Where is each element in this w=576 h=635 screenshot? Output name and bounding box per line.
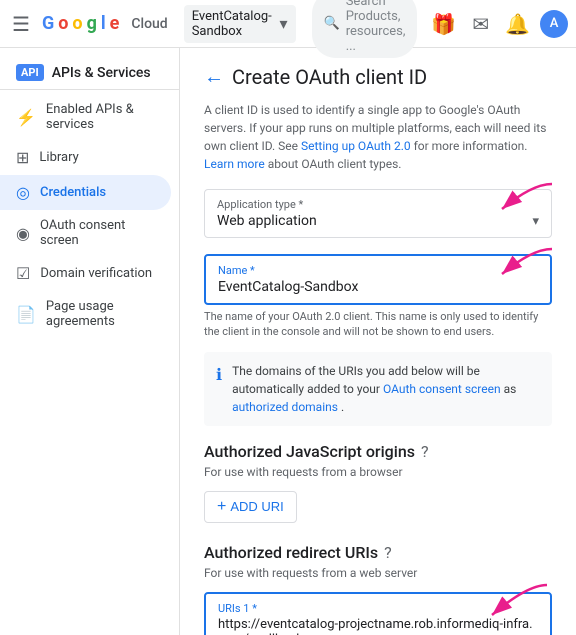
desc-mid: for more information. [414,139,528,153]
description-text: A client ID is used to identify a single… [204,101,552,173]
sidebar-item-label: Domain verification [40,266,152,281]
search-label: Search Products, resources, ... [346,0,406,54]
authorized-domains-link[interactable]: authorized domains [232,400,338,414]
uris-label: URIs 1 * [218,602,538,615]
sidebar: API APIs & Services ⚡ Enabled APIs & ser… [0,48,180,635]
sidebar-item-label: Enabled APIs & services [46,102,155,132]
page-title: Create OAuth client ID [232,65,427,89]
js-origins-title: Authorized JavaScript origins [204,442,415,461]
chevron-down-icon: ▾ [532,214,539,229]
email-icon[interactable]: ✉ [466,6,495,42]
name-container: Name * EventCatalog-Sandbox [204,254,552,305]
enabled-apis-icon: ⚡ [16,108,36,127]
app-type-container: Application type * Web application ▾ [204,189,552,238]
redirect-uris-header: Authorized redirect URIs ? [204,543,552,562]
oauth-icon: ◉ [16,224,30,243]
bell-icon[interactable]: 🔔 [499,6,536,42]
project-selector[interactable]: EventCatalog-Sandbox ▾ [184,5,296,43]
app-type-label: Application type * [217,198,539,211]
topbar-actions: 🎁 ✉ 🔔 A [425,6,568,42]
name-value: EventCatalog-Sandbox [218,279,538,295]
redirect-uris-title: Authorized redirect URIs [204,543,378,562]
project-name: EventCatalog-Sandbox [192,9,276,39]
app-type-value: Web application [217,213,317,229]
add-uri-label: ADD URI [230,499,283,514]
menu-icon[interactable]: ☰ [8,8,34,40]
topbar: ☰ Google Cloud EventCatalog-Sandbox ▾ 🔍 … [0,0,576,48]
sidebar-item-label: Page usage agreements [46,299,155,329]
js-origins-desc: For use with requests from a browser [204,465,552,479]
uris-container: URIs 1 * https://eventcatalog-projectnam… [204,592,552,635]
sidebar-title: APIs & Services [52,65,151,81]
learn-more-link[interactable]: Learn more [204,157,265,171]
search-icon: 🔍 [324,16,340,31]
js-origins-header: Authorized JavaScript origins ? [204,442,552,461]
layout: API APIs & Services ⚡ Enabled APIs & ser… [0,48,576,635]
sidebar-item-label: OAuth consent screen [40,218,155,248]
sidebar-item-domain-verification[interactable]: ☑ Domain verification [0,256,171,291]
credentials-icon: ◎ [16,183,30,202]
plus-icon: + [217,498,226,516]
info-icon: ℹ [216,363,222,416]
sidebar-header: API APIs & Services [0,56,179,90]
sidebar-item-page-usage[interactable]: 📄 Page usage agreements [0,291,171,337]
name-label: Name * [218,264,538,277]
js-origins-help-icon[interactable]: ? [421,442,429,461]
uris-field[interactable]: URIs 1 * https://eventcatalog-projectnam… [204,592,552,635]
library-icon: ⊞ [16,148,29,167]
google-logo: Google [42,13,119,34]
sidebar-item-credentials[interactable]: ◎ Credentials [0,175,171,210]
api-badge: API [16,64,44,81]
redirect-uris-section: Authorized redirect URIs ? For use with … [204,543,552,635]
back-button[interactable]: ← [204,64,224,89]
setting-up-oauth-link[interactable]: Setting up OAuth 2.0 [301,139,411,153]
app-type-select[interactable]: Web application ▾ [217,213,539,229]
page-usage-icon: 📄 [16,305,36,324]
gift-icon[interactable]: 🎁 [425,6,462,42]
sidebar-item-enabled-apis[interactable]: ⚡ Enabled APIs & services [0,94,171,140]
info-text: The domains of the URIs you add below wi… [232,362,540,416]
chevron-down-icon: ▾ [279,14,287,33]
js-origins-section: Authorized JavaScript origins ? For use … [204,442,552,523]
domain-icon: ☑ [16,264,30,283]
app-type-field[interactable]: Application type * Web application ▾ [204,189,552,238]
sidebar-item-label: Library [39,150,78,165]
cloud-label: Cloud [131,16,167,32]
add-js-uri-button[interactable]: + ADD URI [204,491,297,523]
sidebar-item-oauth-consent[interactable]: ◉ OAuth consent screen [0,210,171,256]
info-box: ℹ The domains of the URIs you add below … [204,352,552,426]
page-header: ← Create OAuth client ID [204,64,552,89]
sidebar-item-label: Credentials [40,185,106,200]
uris-value: https://eventcatalog-projectname.rob.inf… [218,617,538,635]
redirect-uris-help-icon[interactable]: ? [384,543,392,562]
redirect-uris-desc: For use with requests from a web server [204,566,552,580]
oauth-consent-screen-link[interactable]: OAuth consent screen [383,382,501,396]
sidebar-item-library[interactable]: ⊞ Library [0,140,171,175]
name-hint: The name of your OAuth 2.0 client. This … [204,309,552,340]
main-content: ← Create OAuth client ID A client ID is … [180,48,576,635]
name-field[interactable]: Name * EventCatalog-Sandbox [204,254,552,305]
avatar[interactable]: A [540,10,568,38]
desc-suffix: about OAuth client types. [268,157,402,171]
